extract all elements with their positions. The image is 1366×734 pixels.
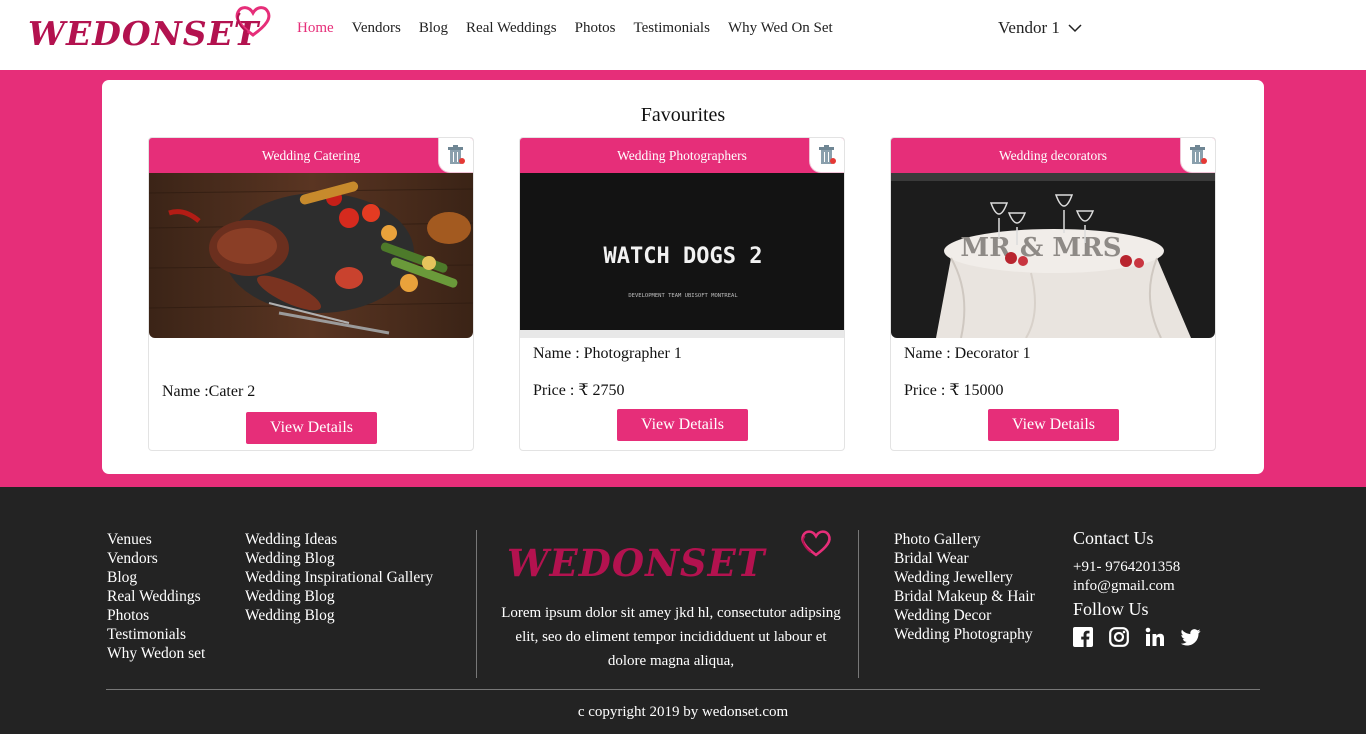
footer-link-bridal-makeup[interactable]: Bridal Makeup & Hair [894, 587, 1035, 606]
footer-link-wedding-ideas[interactable]: Wedding Ideas [245, 530, 433, 549]
contact-email[interactable]: info@gmail.com [1073, 578, 1175, 595]
card-category: Wedding decorators [891, 138, 1215, 173]
card-category-label: Wedding Catering [261, 148, 361, 163]
heart-icon [801, 530, 831, 557]
footer-link-wedding-photography[interactable]: Wedding Photography [894, 625, 1035, 644]
trash-icon [819, 145, 836, 164]
follow-heading: Follow Us [1073, 599, 1149, 619]
footer-link-why-wedon-set[interactable]: Why Wedon set [107, 644, 205, 663]
footer-divider [476, 530, 477, 678]
footer-link-wedding-decor[interactable]: Wedding Decor [894, 606, 1035, 625]
image-caption-text: DEVELOPMENT TEAM UBISOFT MONTREAL [628, 293, 738, 299]
image-title-text: MR & MRS [960, 233, 1121, 263]
card-category-label: Wedding Photographers [617, 148, 747, 163]
remove-favourite-button[interactable] [438, 138, 473, 173]
favourite-card-decorator: Wedding decorators MR & MRS Name: Decor… [890, 137, 1216, 451]
nav-home[interactable]: Home [297, 20, 334, 37]
nav-real-weddings[interactable]: Real Weddings [466, 20, 557, 37]
main-nav: Home Vendors Blog Real Weddings Photos T… [297, 20, 833, 37]
card-name: Name :Cater 2 [162, 383, 256, 400]
nav-vendors[interactable]: Vendors [352, 20, 401, 37]
footer-links-main: Venues Vendors Blog Real Weddings Photos… [107, 530, 205, 663]
footer-links-ideas: Wedding Ideas Wedding Blog Wedding Inspi… [245, 530, 433, 625]
site-footer: Venues Vendors Blog Real Weddings Photos… [0, 487, 1366, 734]
facebook-icon[interactable] [1073, 627, 1093, 647]
footer-rule [106, 689, 1260, 690]
twitter-icon[interactable] [1180, 627, 1201, 647]
view-details-button[interactable]: View Details [617, 409, 748, 441]
footer-link-wedding-jewellery[interactable]: Wedding Jewellery [894, 568, 1035, 587]
footer-divider [858, 530, 859, 678]
card-name: Name : Decorator 1 [904, 345, 1031, 362]
footer-logo: WEDONSET [503, 525, 833, 595]
chevron-down-icon [1068, 23, 1082, 32]
footer-link-blog[interactable]: Blog [107, 568, 205, 587]
nav-photos[interactable]: Photos [575, 20, 616, 37]
instagram-icon[interactable] [1109, 627, 1129, 647]
title-screen-photo: WATCH DOGS 2 DEVELOPMENT TEAM UBISOFT MO… [520, 173, 844, 338]
footer-links-services: Photo Gallery Bridal Wear Wedding Jewell… [894, 530, 1035, 644]
card-category: Wedding Catering [149, 138, 473, 173]
social-links [1073, 627, 1201, 647]
view-details-button[interactable]: View Details [246, 412, 377, 444]
linkedin-icon[interactable] [1145, 627, 1165, 647]
card-category-label: Wedding decorators [999, 148, 1107, 163]
card-category: Wedding Photographers [520, 138, 844, 173]
card-price: Price : ₹ 15000 [904, 382, 1004, 399]
footer-link-wedding-blog[interactable]: Wedding Blog [245, 606, 433, 625]
grilled-food-photo [149, 173, 473, 338]
favourite-card-photographer: Wedding Photographers WATCH DOGS 2 DEVEL… [519, 137, 845, 451]
contact-heading: Contact Us [1073, 528, 1154, 548]
site-header: WEDONSET Home Vendors Blog Real Weddings… [0, 0, 1366, 70]
footer-link-vendors[interactable]: Vendors [107, 549, 205, 568]
user-menu-label: Vendor 1 [998, 18, 1060, 37]
trash-icon [1190, 145, 1207, 164]
page-title: Favourites [640, 104, 726, 126]
footer-link-inspirational-gallery[interactable]: Wedding Inspirational Gallery [245, 568, 433, 587]
table-decor-photo: MR & MRS [891, 173, 1215, 338]
site-logo[interactable]: WEDONSET [28, 4, 273, 62]
footer-link-testimonials[interactable]: Testimonials [107, 625, 205, 644]
footer-about-text: Lorem ipsum dolor sit amey jkd hl, conse… [501, 605, 841, 669]
view-details-button[interactable]: View Details [988, 409, 1119, 441]
card-price: Price : ₹ 2750 [533, 382, 625, 399]
footer-link-real-weddings[interactable]: Real Weddings [107, 587, 205, 606]
nav-testimonials[interactable]: Testimonials [633, 20, 709, 37]
remove-favourite-button[interactable] [809, 138, 844, 173]
footer-link-bridal-wear[interactable]: Bridal Wear [894, 549, 1035, 568]
image-title-text: WATCH DOGS 2 [604, 244, 763, 269]
footer-link-wedding-blog[interactable]: Wedding Blog [245, 549, 433, 568]
favourite-card-catering: Wedding Catering Name:Cater 2 View Deta… [148, 137, 474, 451]
footer-logo-text: WEDONSET [507, 541, 766, 585]
footer-link-wedding-blog[interactable]: Wedding Blog [245, 587, 433, 606]
trash-icon [448, 145, 465, 164]
logo-text: WEDONSET [28, 14, 260, 53]
heart-icon [235, 6, 271, 37]
card-name: Name : Photographer 1 [533, 345, 682, 362]
nav-blog[interactable]: Blog [419, 20, 448, 37]
user-menu[interactable]: Vendor 1 [998, 18, 1082, 38]
copyright-text: c copyright 2019 by wedonset.com [577, 704, 789, 720]
nav-why-wed-on-set[interactable]: Why Wed On Set [728, 20, 833, 37]
footer-link-photos[interactable]: Photos [107, 606, 205, 625]
footer-link-venues[interactable]: Venues [107, 530, 205, 549]
remove-favourite-button[interactable] [1180, 138, 1215, 173]
favourites-panel: Favourites Wedding Catering Name:Cater … [102, 80, 1264, 474]
contact-phone[interactable]: +91- 9764201358 [1073, 559, 1180, 576]
footer-link-photo-gallery[interactable]: Photo Gallery [894, 530, 1035, 549]
